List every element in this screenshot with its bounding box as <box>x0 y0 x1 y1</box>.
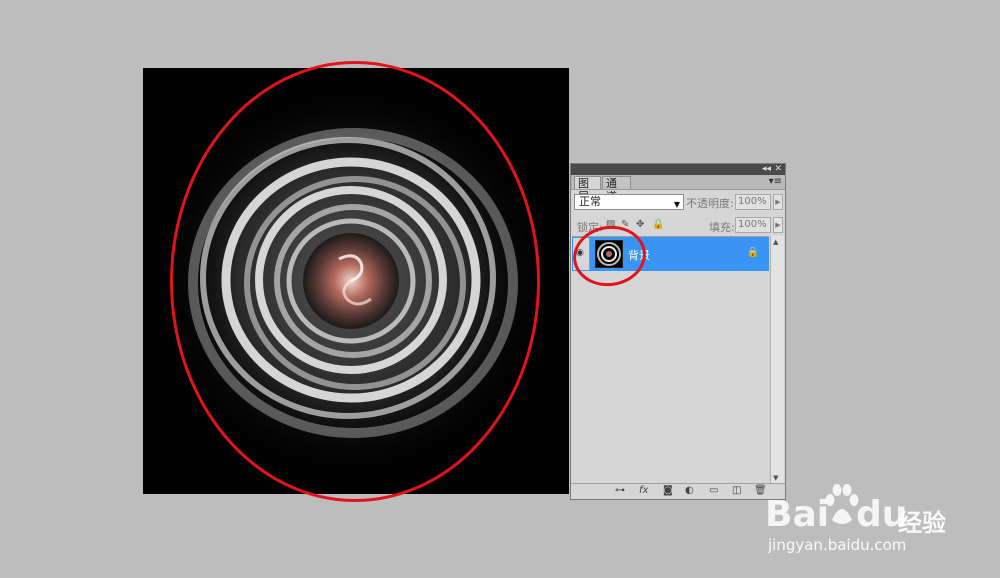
layer-thumbnail <box>595 240 623 268</box>
opacity-input[interactable]: 100% <box>735 194 771 210</box>
blend-row: 正常 ▼ 不透明度: 100% ▶ <box>574 194 783 214</box>
lock-row: 锁定: ▧ ✎ ✥ 🔒 填充: 100% ▶ <box>574 216 783 236</box>
eye-icon: ◉ <box>576 248 584 258</box>
tab-layers[interactable]: 图层 <box>574 176 601 203</box>
panel-titlebar: ◂◂ ✕ <box>571 164 785 175</box>
opacity-arrow-icon[interactable]: ▶ <box>773 194 783 210</box>
layer-lock-icon: 🔒 <box>746 247 759 258</box>
chevron-down-icon: ▼ <box>673 200 680 209</box>
fill-input[interactable]: 100% <box>735 217 771 233</box>
move-icon[interactable]: ✥ <box>636 219 644 230</box>
lock-transparency-icon[interactable]: ▧ <box>606 219 615 230</box>
link-icon[interactable]: ⊶ <box>615 485 625 496</box>
opacity-label: 不透明度: <box>686 197 734 210</box>
swirl-image <box>161 91 541 471</box>
panel-bottom-toolbar: ⊶ fx ◙ ◐ ▭ ◫ 🗑 <box>571 483 785 499</box>
brush-icon[interactable]: ✎ <box>621 219 629 230</box>
adjustment-icon[interactable]: ◐ <box>685 485 694 496</box>
layers-list: ◉ 背景 🔒 <box>572 236 769 485</box>
watermark-brand-cn: 经验 <box>898 509 946 537</box>
watermark-brand-latin: Bai <box>765 494 830 535</box>
panel-tabs: 图层 通道 ▾≡ <box>571 175 785 203</box>
scroll-up-icon[interactable]: ▲ <box>773 238 778 246</box>
lock-icon[interactable]: 🔒 <box>652 219 664 230</box>
fill-arrow-icon[interactable]: ▶ <box>773 217 783 233</box>
collapse-icon[interactable]: ◂◂ <box>762 164 771 175</box>
fill-label: 填充: <box>709 221 735 234</box>
tab-channels[interactable]: 通道 <box>602 176 631 203</box>
layer-row-background[interactable]: ◉ 背景 🔒 <box>572 237 769 271</box>
visibility-toggle[interactable]: ◉ <box>573 238 590 270</box>
blend-mode-value: 正常 <box>579 195 601 208</box>
panel-menu-icon[interactable]: ▾≡ <box>769 176 782 187</box>
fx-icon[interactable]: fx <box>639 485 648 496</box>
layers-scrollbar[interactable]: ▲ ▼ <box>770 236 784 484</box>
document-canvas[interactable] <box>143 68 569 494</box>
folder-icon[interactable]: ▭ <box>709 485 718 496</box>
layers-panel: ◂◂ ✕ 图层 通道 ▾≡ 正常 ▼ 不透明度: 100% ▶ 锁定: ▧ ✎ … <box>570 163 786 500</box>
watermark-url: jingyan.baidu.com <box>768 536 907 554</box>
lock-label: 锁定: <box>577 221 603 234</box>
close-icon[interactable]: ✕ <box>774 164 782 175</box>
scroll-down-icon[interactable]: ▼ <box>773 474 778 482</box>
blend-mode-select[interactable]: 正常 ▼ <box>574 194 684 210</box>
mask-icon[interactable]: ◙ <box>663 485 673 496</box>
layer-name[interactable]: 背景 <box>628 247 650 263</box>
new-layer-icon[interactable]: ◫ <box>732 485 741 496</box>
baidu-paw-icon <box>825 484 859 524</box>
